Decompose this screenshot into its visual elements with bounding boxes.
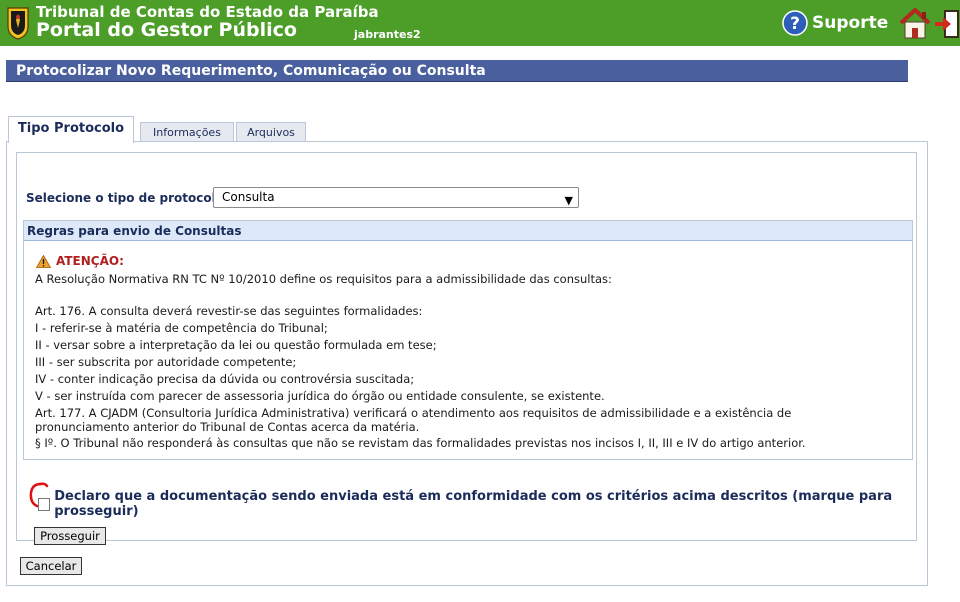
cancel-button[interactable]: Cancelar	[20, 557, 82, 575]
attention-label: ATENÇÃO:	[56, 254, 124, 268]
rule-paragraph-1: § Iº. O Tribunal não responderá às consu…	[35, 436, 806, 450]
rules-box: Regras para envio de Consultas ATENÇÃO: …	[23, 220, 913, 460]
rule-art-177: Art. 177. A CJADM (Consultoria Jurídica …	[35, 406, 792, 434]
support-label: Suporte	[812, 13, 889, 33]
tab-content-panel: Selecione o tipo de protocolo: Consulta …	[6, 141, 928, 586]
declaration-row: Declaro que a documentação sendo enviada…	[36, 489, 916, 519]
rule-item-3: III - ser subscrita por autoridade compe…	[35, 355, 297, 369]
declaration-label[interactable]: Declaro que a documentação sendo enviada…	[54, 489, 916, 519]
proceed-button[interactable]: Prosseguir	[34, 527, 106, 545]
portal-title: Portal do Gestor Público	[36, 19, 297, 41]
tab-informacoes[interactable]: Informações	[140, 122, 234, 142]
help-circle-icon: ?	[782, 10, 808, 36]
username-label: jabrantes2	[354, 28, 421, 41]
protocol-type-value: Consulta	[222, 190, 275, 204]
declaration-checkbox[interactable]	[38, 497, 51, 511]
chevron-down-icon: ▼	[564, 194, 573, 207]
svg-text:?: ?	[790, 14, 800, 34]
tab-tipo-protocolo[interactable]: Tipo Protocolo	[8, 116, 134, 143]
form-panel: Selecione o tipo de protocolo: Consulta …	[16, 152, 917, 545]
rule-item-2: II - versar sobre a interpretação da lei…	[35, 338, 437, 352]
protocol-type-label: Selecione o tipo de protocolo:	[26, 191, 229, 205]
home-icon[interactable]	[898, 6, 932, 40]
page-title: Protocolizar Novo Requerimento, Comunica…	[16, 63, 486, 79]
rules-header: Regras para envio de Consultas	[24, 221, 912, 241]
rule-art-176: Art. 176. A consulta deverá revestir-se …	[35, 304, 423, 318]
app-header: Tribunal de Contas do Estado da Paraíba …	[0, 0, 960, 46]
rule-item-1: I - referir-se à matéria de competência …	[35, 321, 328, 335]
rules-title: Regras para envio de Consultas	[27, 224, 242, 238]
rule-intro: A Resolução Normativa RN TC Nº 10/2010 d…	[35, 272, 612, 286]
page-title-bar: Protocolizar Novo Requerimento, Comunica…	[6, 60, 908, 82]
tab-arquivos[interactable]: Arquivos	[236, 122, 306, 142]
rule-item-5: V - ser instruída com parecer de assesso…	[35, 389, 605, 403]
tce-crest-icon	[7, 7, 29, 40]
protocol-type-select[interactable]: Consulta ▼	[213, 187, 579, 208]
exit-door-icon[interactable]	[934, 8, 960, 40]
support-link[interactable]: ? Suporte	[782, 9, 888, 37]
warning-triangle-icon	[36, 254, 51, 268]
rule-item-4: IV - conter indicação precisa da dúvida …	[35, 372, 415, 386]
attention-row: ATENÇÃO:	[36, 254, 124, 268]
